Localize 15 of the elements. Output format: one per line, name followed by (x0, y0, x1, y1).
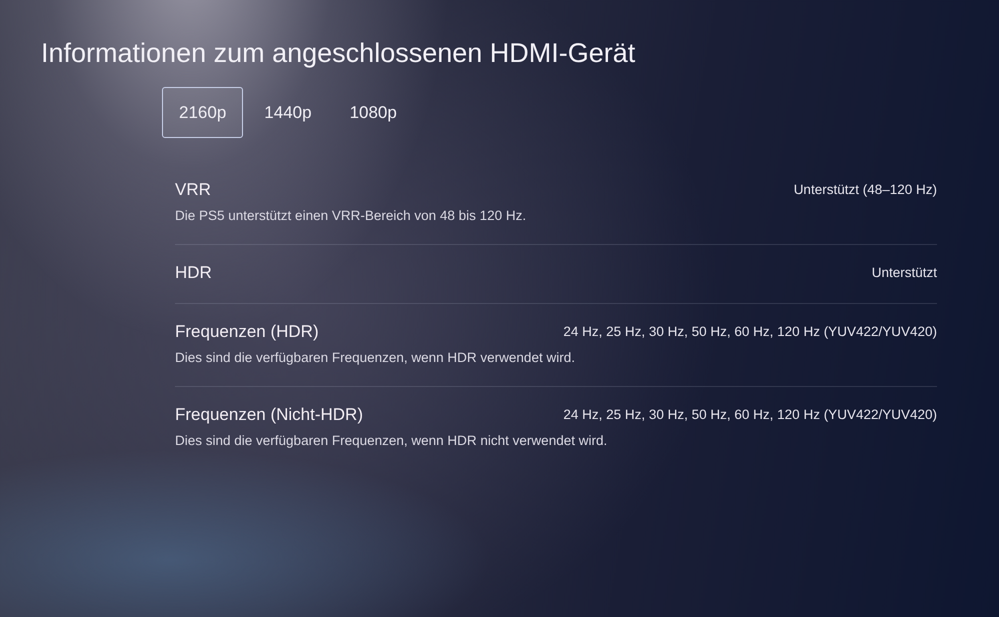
setting-label: Frequenzen (Nicht-HDR) (175, 404, 363, 426)
resolution-tab[interactable]: 1440p (247, 87, 329, 138)
setting-value: 24 Hz, 25 Hz, 30 Hz, 50 Hz, 60 Hz, 120 Hz (YUV422/YUV420) (563, 406, 937, 424)
setting-value: 24 Hz, 25 Hz, 30 Hz, 50 Hz, 60 Hz, 120 Hz (YUV422/YUV420) (563, 323, 937, 341)
setting-value: Unterstützt (48–120 Hz) (794, 181, 937, 199)
setting-value: Unterstützt (872, 264, 937, 282)
setting-label: HDR (175, 262, 212, 284)
resolution-tab[interactable]: 2160p (162, 87, 244, 138)
setting-label: VRR (175, 179, 211, 201)
setting-description: Dies sind die verfügbaren Frequenzen, wenn HDR verwendet wird. (175, 349, 576, 367)
setting-description: Dies sind die verfügbaren Frequenzen, wenn HDR nicht verwendet wird. (175, 432, 608, 450)
setting-description: Die PS5 unterstützt einen VRR-Bereich von 48 bis 120 Hz. (175, 207, 528, 225)
setting-label: Frequenzen (HDR) (175, 321, 319, 343)
resolution-tab[interactable]: 1080p (332, 87, 414, 138)
page-title: Informationen zum angeschlossenen HDMI-Gerät (41, 37, 636, 69)
